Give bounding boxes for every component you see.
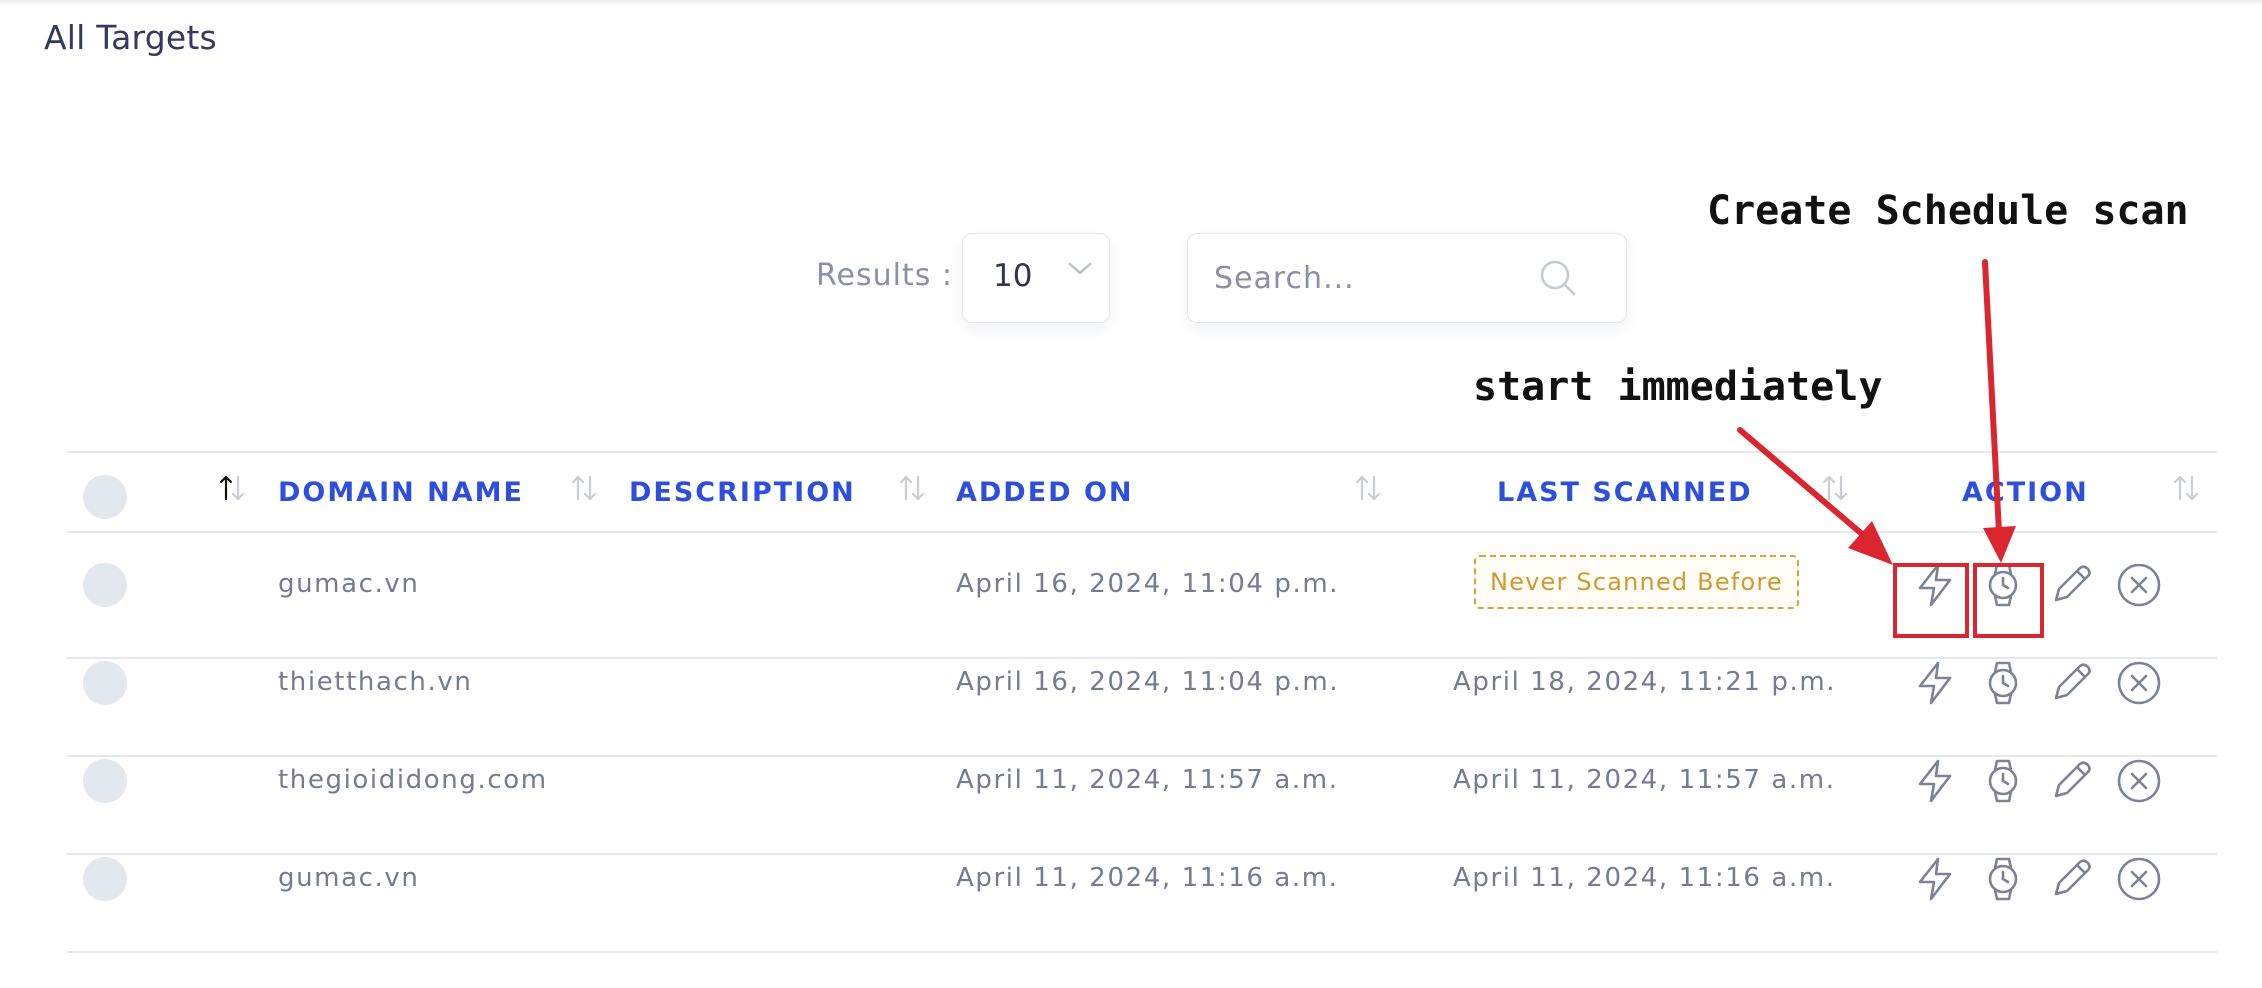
watch-icon[interactable] (1979, 757, 2027, 805)
table-row: thegioididong.com April 11, 2024, 11:57 … (67, 757, 2217, 855)
pencil-icon[interactable] (2047, 659, 2095, 707)
search-input[interactable] (1214, 256, 1524, 300)
pencil-icon[interactable] (2047, 757, 2095, 805)
page-size-value: 10 (993, 258, 1033, 294)
close-circle-icon[interactable] (2115, 659, 2163, 707)
column-header-action[interactable]: ACTION (1962, 477, 2089, 508)
chevron-down-icon (1067, 260, 1093, 282)
lightning-icon[interactable] (1911, 757, 1959, 805)
row-checkbox[interactable] (83, 661, 127, 705)
sort-icon[interactable] (569, 473, 599, 507)
table-header: DOMAIN NAME DESCRIPTION ADDED ON LAST SC… (67, 451, 2217, 533)
domain-cell[interactable]: gumac.vn (278, 569, 419, 599)
highlight-box-schedule (1973, 563, 2044, 638)
sort-icon[interactable] (1820, 473, 1850, 507)
domain-cell[interactable]: thietthach.vn (278, 667, 472, 697)
select-all-checkbox[interactable] (83, 475, 127, 519)
pencil-icon[interactable] (2047, 561, 2095, 609)
lightning-icon[interactable] (1911, 659, 1959, 707)
domain-cell[interactable]: gumac.vn (278, 863, 419, 893)
row-checkbox[interactable] (83, 857, 127, 901)
top-border (0, 0, 2262, 6)
column-header-last-scanned[interactable]: LAST SCANNED (1497, 477, 1753, 508)
close-circle-icon[interactable] (2115, 855, 2163, 903)
close-circle-icon[interactable] (2115, 757, 2163, 805)
added-on-cell: April 16, 2024, 11:04 p.m. (956, 667, 1340, 697)
added-on-cell: April 11, 2024, 11:57 a.m. (956, 765, 1339, 795)
annotation-schedule: Create Schedule scan (1707, 188, 2189, 234)
page-size-select[interactable]: 10 (962, 233, 1110, 323)
search-box (1187, 233, 1627, 323)
last-scanned-cell: April 11, 2024, 11:57 a.m. (1453, 765, 1836, 795)
watch-icon[interactable] (1979, 659, 2027, 707)
domain-cell[interactable]: thegioididong.com (278, 765, 548, 795)
column-header-added-on[interactable]: ADDED ON (956, 477, 1134, 508)
sort-icon[interactable] (897, 473, 927, 507)
last-scanned-cell: April 11, 2024, 11:16 a.m. (1453, 863, 1836, 893)
sort-icon[interactable] (2171, 473, 2201, 507)
table-row: thietthach.vn April 16, 2024, 11:04 p.m.… (67, 659, 2217, 757)
table-bottom-border (67, 951, 2217, 953)
added-on-cell: April 16, 2024, 11:04 p.m. (956, 569, 1340, 599)
last-scanned-cell: April 18, 2024, 11:21 p.m. (1453, 667, 1837, 697)
highlight-box-start (1893, 563, 1969, 638)
watch-icon[interactable] (1979, 855, 2027, 903)
close-circle-icon[interactable] (2115, 561, 2163, 609)
results-label: Results : (816, 258, 953, 293)
page-title: All Targets (44, 18, 217, 57)
sort-icon-active[interactable] (217, 473, 247, 507)
lightning-icon[interactable] (1911, 855, 1959, 903)
column-header-domain[interactable]: DOMAIN NAME (278, 477, 524, 508)
sort-icon[interactable] (1353, 473, 1383, 507)
column-header-description[interactable]: DESCRIPTION (629, 477, 856, 508)
row-checkbox[interactable] (83, 759, 127, 803)
table-row: gumac.vn April 11, 2024, 11:16 a.m. Apri… (67, 855, 2217, 953)
pencil-icon[interactable] (2047, 855, 2095, 903)
never-scanned-badge: Never Scanned Before (1474, 555, 1799, 609)
search-icon[interactable] (1538, 258, 1578, 302)
annotation-immediate: start immediately (1473, 364, 1883, 410)
added-on-cell: April 11, 2024, 11:16 a.m. (956, 863, 1339, 893)
row-checkbox[interactable] (83, 563, 127, 607)
